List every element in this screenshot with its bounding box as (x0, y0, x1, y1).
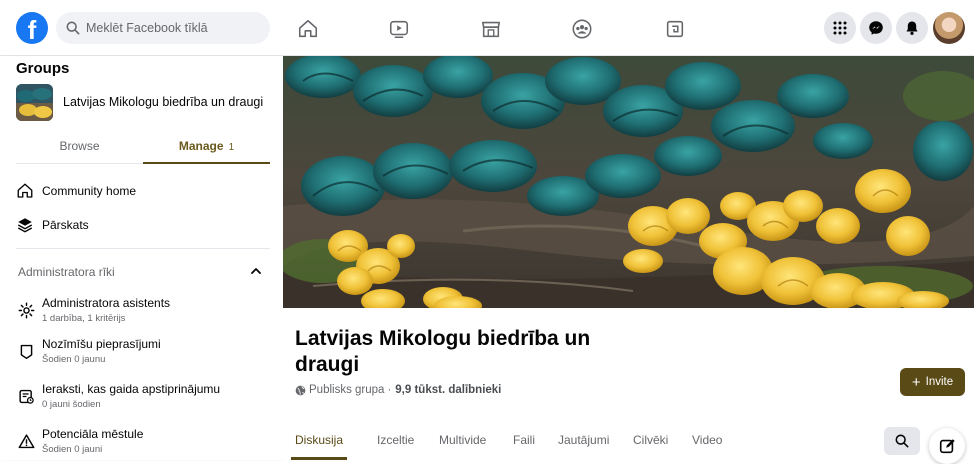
plus-icon: + (911, 373, 921, 391)
sidebar-title: Groups (16, 60, 70, 77)
tab-media[interactable]: Multivide (439, 422, 486, 460)
profile-avatar[interactable] (933, 12, 965, 44)
tab-featured[interactable]: Izceltie (377, 422, 414, 460)
globe-icon (295, 385, 306, 395)
messenger-icon[interactable] (860, 12, 892, 44)
admin-tool-assistant[interactable]: Administratora asistents 1 darbība, 1 kr… (16, 296, 270, 332)
admin-tool-subtitle: Šodien 0 jaunu (42, 354, 106, 365)
tab-questions[interactable]: Jautājumi (558, 422, 609, 460)
invite-label: Invite (925, 376, 954, 388)
sidebar-item-community-home[interactable]: Community home (16, 179, 270, 203)
invite-button[interactable]: + Invite (900, 368, 965, 396)
home-icon (17, 183, 33, 198)
group-thumbnail[interactable] (16, 84, 53, 121)
group-title: Latvijas Mikologu biedrība un draugi (295, 327, 591, 376)
chevron-up-icon[interactable] (249, 264, 263, 278)
overview-icon (17, 218, 33, 233)
tab-discussion[interactable]: Diskusija (291, 422, 348, 460)
admin-tool-potential-spam[interactable]: Potenciāla mēstule Šodien 0 jauni (16, 427, 270, 460)
group-privacy: Publisks grupa (309, 384, 385, 396)
tab-people[interactable]: Cilvēki (633, 422, 668, 460)
group-search-button[interactable] (884, 427, 920, 455)
home-icon[interactable] (293, 14, 323, 44)
tab-files[interactable]: Faili (513, 422, 535, 460)
badge-icon (20, 344, 33, 360)
tab-manage-label: Manage (178, 139, 224, 153)
menu-grid-icon[interactable] (824, 12, 856, 44)
admin-tool-subtitle: 0 jauni šodien (42, 399, 101, 410)
group-main: Latvijas Mikologu biedrība un draugi Pub… (283, 56, 974, 464)
assistant-gear-icon (18, 302, 35, 319)
facebook-logo[interactable]: f (16, 12, 48, 44)
sidebar-item-label: Community home (42, 184, 137, 198)
search-box[interactable] (56, 12, 270, 44)
marketplace-icon[interactable] (476, 14, 506, 44)
admin-tool-badge-requests[interactable]: Nozīmīšu pieprasījumi Šodien 0 jaunu (16, 337, 270, 373)
tab-browse-label: Browse (59, 139, 100, 153)
admin-tool-subtitle: 1 darbība, 1 kritērijs (42, 313, 126, 324)
sidebar-divider (16, 248, 270, 249)
meta-separator: · (387, 384, 392, 396)
search-icon (66, 21, 80, 35)
group-member-count[interactable]: 9,9 tūkst. dalībnieki (395, 384, 501, 396)
compose-button[interactable] (929, 428, 965, 464)
bell-icon[interactable] (896, 12, 928, 44)
search-icon (895, 434, 909, 448)
compose-icon (939, 439, 955, 454)
tab-video[interactable]: Video (692, 422, 722, 460)
group-meta: Publisks grupa · 9,9 tūkst. dalībnieki (295, 384, 501, 396)
group-name-link[interactable]: Latvijas Mikologu biedrība un draugi (63, 95, 263, 109)
video-icon[interactable] (384, 14, 414, 44)
sidebar-item-label: Pārskats (42, 218, 89, 232)
tab-manage[interactable]: Manage 1 (143, 134, 270, 164)
admin-tool-title: Potenciāla mēstule (42, 427, 144, 441)
admin-tool-pending-posts[interactable]: Ieraksti, kas gaida apstiprinājumu 0 jau… (16, 382, 270, 418)
tab-manage-count: 1 (228, 142, 235, 153)
groups-icon[interactable] (567, 14, 597, 44)
top-navigation-bar: f (0, 0, 974, 56)
tab-browse[interactable]: Browse (16, 134, 143, 164)
admin-tools-heading: Administratora rīki (18, 265, 115, 279)
groups-sidebar: Groups Latvijas Mikologu biedrība un dra… (0, 56, 283, 460)
sidebar-tabs: Browse Manage 1 (16, 134, 270, 164)
gaming-icon[interactable] (660, 14, 690, 44)
search-input[interactable] (86, 21, 256, 35)
cover-photo (283, 56, 974, 308)
sidebar-item-overview[interactable]: Pārskats (16, 213, 270, 237)
admin-tool-title: Ieraksti, kas gaida apstiprinājumu (42, 382, 221, 396)
admin-tool-title: Administratora asistents (42, 296, 171, 310)
pending-posts-icon (19, 389, 34, 404)
warning-icon (18, 434, 35, 449)
admin-tool-title: Nozīmīšu pieprasījumi (42, 337, 161, 351)
admin-tool-subtitle: Šodien 0 jauni (42, 444, 103, 455)
